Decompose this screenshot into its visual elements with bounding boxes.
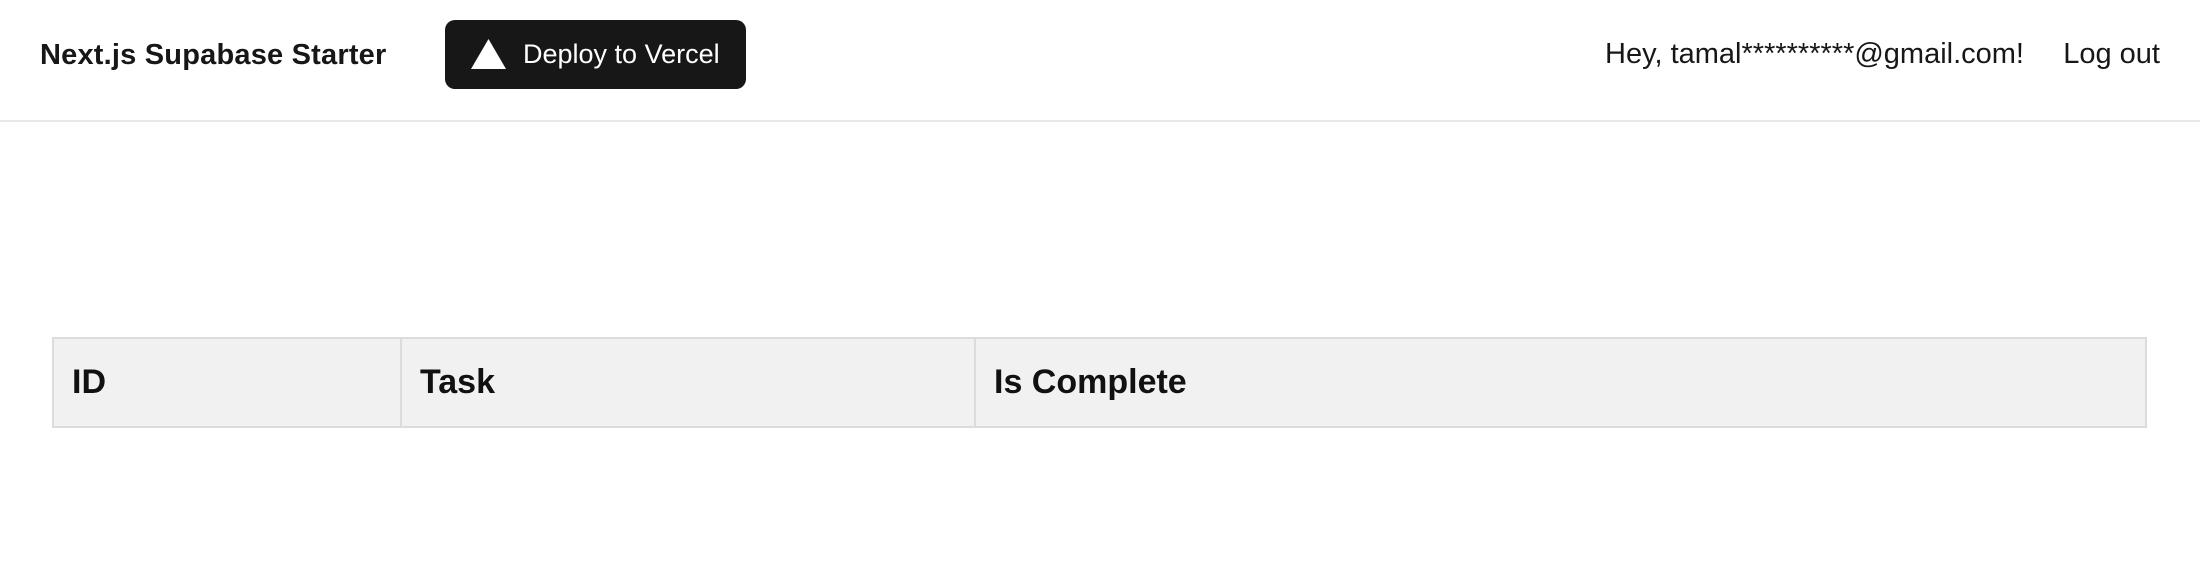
column-header-id: ID: [52, 337, 402, 428]
deploy-button-label: Deploy to Vercel: [523, 39, 720, 69]
logout-button[interactable]: Log out: [2063, 37, 2160, 71]
tasks-table: ID Task Is Complete: [52, 337, 2147, 428]
table-header-row: ID Task Is Complete: [52, 337, 2147, 428]
user-greeting: Hey, tamal**********@gmail.com!: [1605, 38, 2024, 70]
vercel-triangle-icon: [471, 39, 506, 69]
column-header-task: Task: [400, 337, 976, 428]
app-title[interactable]: Next.js Supabase Starter: [40, 38, 387, 72]
deploy-to-vercel-button[interactable]: Deploy to Vercel: [445, 20, 746, 89]
column-header-is-complete: Is Complete: [974, 337, 2147, 428]
top-navbar: Next.js Supabase Starter Deploy to Verce…: [0, 0, 2200, 122]
